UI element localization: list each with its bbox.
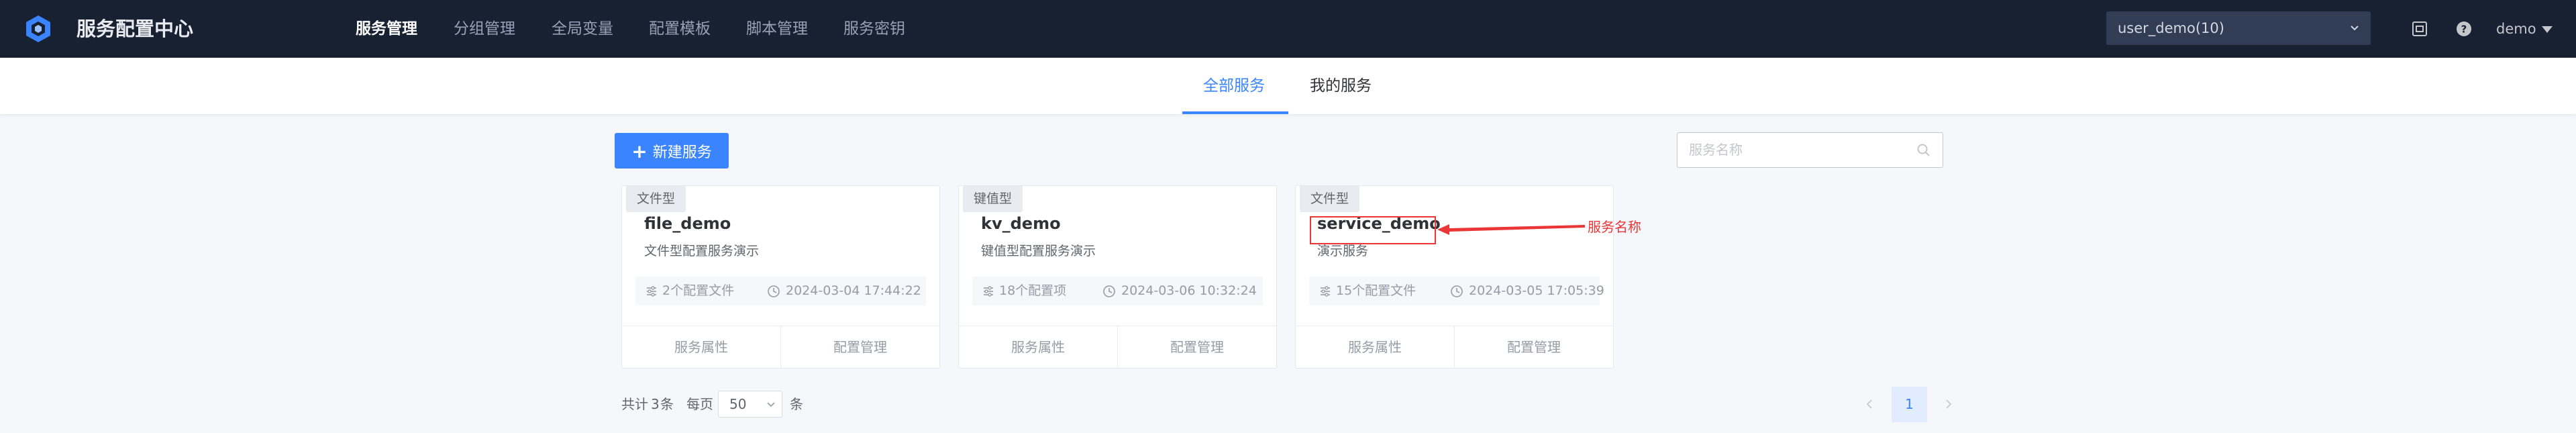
config-management-button[interactable]: 配置管理	[1118, 326, 1276, 369]
config-management-button[interactable]: 配置管理	[781, 326, 939, 369]
business-select[interactable]: user_demo(10)	[2106, 11, 2371, 45]
update-time: 2024-03-05 17:05:39	[1469, 283, 1604, 298]
svg-text:?: ?	[2461, 23, 2467, 36]
nav-menu-script-management[interactable]: 脚本管理	[746, 0, 808, 58]
page-number-current[interactable]: 1	[1892, 387, 1927, 422]
pagination-total-unit: 条	[660, 396, 674, 412]
service-meta: 15个配置文件 2024-03-05 17:05:39	[1309, 277, 1604, 305]
pagination-per-page-label: 每页	[686, 396, 713, 412]
tab-my-services[interactable]: 我的服务	[1310, 58, 1372, 114]
service-properties-button[interactable]: 服务属性	[959, 326, 1117, 369]
config-count-icon	[984, 286, 993, 297]
pagination-per-page-unit: 条	[790, 396, 803, 412]
service-properties-button[interactable]: 服务属性	[622, 326, 780, 369]
chevron-right-icon[interactable]	[1942, 396, 1955, 412]
chevron-left-icon[interactable]	[1863, 396, 1876, 412]
search-icon[interactable]	[1916, 143, 1931, 158]
new-service-button[interactable]: + 新建服务	[615, 133, 729, 169]
chevron-down-icon	[767, 402, 775, 407]
nav-menu-service-keys[interactable]: 服务密钥	[843, 0, 905, 58]
service-meta: 18个配置项 2024-03-06 10:32:24	[972, 277, 1263, 305]
service-type-tag: 键值型	[963, 186, 1023, 212]
annotation-highlight-box	[1310, 216, 1436, 244]
service-properties-button[interactable]: 服务属性	[1296, 326, 1454, 369]
app-title[interactable]: 服务配置中心	[76, 0, 193, 58]
tab-bar: 全部服务 我的服务	[0, 58, 2576, 114]
service-description: 键值型配置服务演示	[981, 244, 1096, 258]
nav-menu-group-management[interactable]: 分组管理	[454, 0, 515, 58]
caret-down-icon[interactable]	[2540, 25, 2554, 34]
card-actions: 服务属性 配置管理	[959, 326, 1276, 369]
page-size-value: 50	[729, 396, 747, 412]
search-placeholder: 服务名称	[1689, 142, 1743, 158]
service-meta: 2个配置文件 2024-03-04 17:44:22	[635, 277, 926, 305]
clock-icon	[768, 285, 780, 297]
active-tab-indicator	[1182, 111, 1288, 114]
search-input[interactable]: 服务名称	[1677, 132, 1943, 168]
update-time: 2024-03-04 17:44:22	[786, 283, 921, 298]
top-navigation: 服务配置中心 服务管理 分组管理 全局变量 配置模板 脚本管理 服务密钥 use…	[0, 0, 2576, 58]
service-type-tag: 文件型	[1300, 186, 1360, 212]
service-card-service-demo[interactable]: 文件型 service_demo 演示服务 15个配置文件 2024-03-05…	[1295, 185, 1614, 369]
update-time: 2024-03-06 10:32:24	[1121, 283, 1257, 298]
config-count: 18个配置项	[999, 283, 1067, 298]
config-management-button[interactable]: 配置管理	[1455, 326, 1613, 369]
clock-icon	[1451, 285, 1463, 297]
plus-icon: +	[631, 140, 648, 162]
user-name[interactable]: demo	[2496, 0, 2536, 58]
service-card-kv-demo[interactable]: 键值型 kv_demo 键值型配置服务演示 18个配置项 2024-03-06 …	[958, 185, 1277, 369]
service-type-tag: 文件型	[626, 186, 686, 212]
nav-menu-global-variables[interactable]: 全局变量	[552, 0, 613, 58]
service-name: file_demo	[644, 214, 731, 233]
config-count: 2个配置文件	[662, 283, 735, 298]
page-size-select[interactable]: 50	[718, 391, 782, 418]
card-actions: 服务属性 配置管理	[622, 326, 939, 369]
logo-icon[interactable]	[24, 14, 52, 44]
service-name: kv_demo	[981, 214, 1061, 233]
annotation-label: 服务名称	[1588, 219, 1641, 235]
chevron-down-icon	[2351, 26, 2359, 31]
pagination-total: 3	[651, 396, 660, 412]
new-service-button-label: 新建服务	[652, 144, 712, 161]
nav-menu-service-management[interactable]: 服务管理	[356, 0, 417, 58]
help-icon[interactable]: ?	[2455, 20, 2473, 38]
document-icon[interactable]	[2411, 20, 2428, 38]
nav-menu-config-templates[interactable]: 配置模板	[649, 0, 711, 58]
config-count-icon	[1321, 286, 1330, 297]
config-count-icon	[647, 286, 656, 297]
tab-all-services[interactable]: 全部服务	[1203, 58, 1265, 114]
service-card-file-demo[interactable]: 文件型 file_demo 文件型配置服务演示 2个配置文件 2024-03-0…	[621, 185, 940, 369]
business-select-value: user_demo(10)	[2118, 20, 2224, 36]
annotation-arrow-icon	[1437, 224, 1585, 235]
config-count: 15个配置文件	[1336, 283, 1416, 298]
clock-icon	[1103, 285, 1115, 297]
service-description: 文件型配置服务演示	[644, 244, 760, 258]
card-actions: 服务属性 配置管理	[1296, 326, 1613, 369]
pagination-total-prefix: 共计	[621, 396, 648, 412]
